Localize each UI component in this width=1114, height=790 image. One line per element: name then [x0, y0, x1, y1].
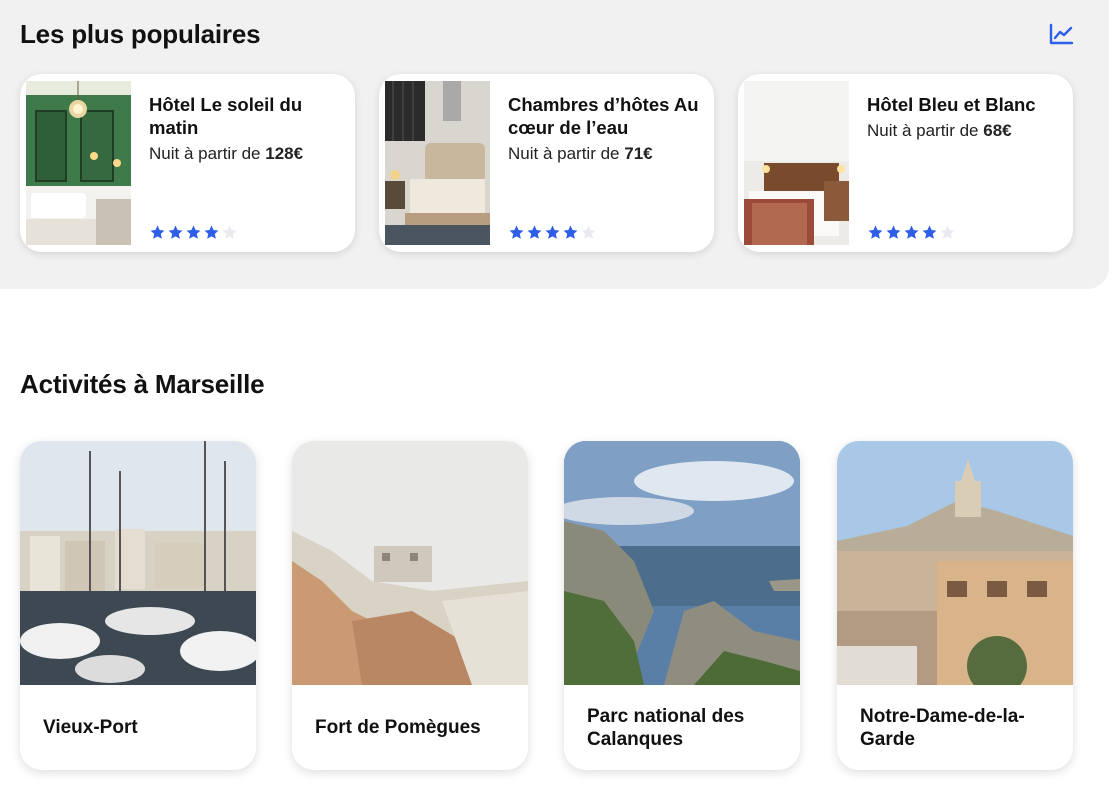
- activity-label: Parc national des Calanques: [587, 705, 745, 750]
- star-icon: [940, 225, 955, 239]
- activity-card[interactable]: Parc national des Calanques: [564, 441, 800, 770]
- star-icon: [186, 225, 201, 239]
- star-icon: [904, 225, 919, 239]
- price-prefix: Nuit à partir de: [867, 121, 984, 140]
- hotel-name: Hôtel Le soleil du matin: [149, 94, 303, 138]
- star-icon: [168, 225, 183, 239]
- activity-card[interactable]: Fort de Pomègues: [292, 441, 528, 770]
- hotel-name: Chambres d’hôtes Au cœur de l’eau: [508, 94, 699, 138]
- activity-photo: [20, 441, 256, 685]
- activity-photo: [292, 441, 528, 685]
- star-icon: [545, 225, 560, 239]
- star-icon: [222, 225, 237, 239]
- activity-photo: [837, 441, 1073, 685]
- price-value: 71€: [624, 144, 653, 163]
- activity-card[interactable]: Notre-Dame-de-la-Garde: [837, 441, 1073, 770]
- hotel-card[interactable]: Hôtel Bleu et Blanc Nuit à partir de 68€: [738, 74, 1073, 252]
- price-prefix: Nuit à partir de: [508, 144, 625, 163]
- star-icon: [886, 225, 901, 239]
- star-icon: [204, 225, 219, 239]
- star-icon: [509, 225, 524, 239]
- star-icon: [563, 225, 578, 239]
- popular-title: Les plus populaires: [20, 19, 261, 49]
- price-value: 128€: [265, 144, 304, 163]
- hotel-price: Nuit à partir de 71€: [508, 143, 706, 165]
- hotel-photo: [385, 81, 490, 245]
- activity-card[interactable]: Vieux-Port: [20, 441, 256, 770]
- activity-label: Vieux-Port: [43, 717, 138, 738]
- popular-section: Les plus populaires Hôtel Le soleil du m…: [0, 0, 1109, 289]
- star-icon: [868, 225, 883, 239]
- price-value: 68€: [983, 121, 1012, 140]
- price-prefix: Nuit à partir de: [149, 144, 266, 163]
- hotel-photo: [744, 81, 849, 245]
- activity-photo: [564, 441, 800, 685]
- hotel-rating: [867, 224, 956, 241]
- activity-label: Notre-Dame-de-la-Garde: [860, 705, 1025, 750]
- hotel-rating: [508, 224, 597, 241]
- hotel-card[interactable]: Hôtel Le soleil du matin Nuit à partir d…: [20, 74, 355, 252]
- hotel-name: Hôtel Bleu et Blanc: [867, 94, 1036, 115]
- hotel-price: Nuit à partir de 128€: [149, 143, 347, 165]
- activities-title: Activités à Marseille: [20, 369, 265, 399]
- hotel-price: Nuit à partir de 68€: [867, 120, 1065, 142]
- star-icon: [581, 225, 596, 239]
- star-icon: [527, 225, 542, 239]
- star-icon: [150, 225, 165, 239]
- hotel-card[interactable]: Chambres d’hôtes Au cœur de l’eau Nuit à…: [379, 74, 714, 252]
- trend-chart-button[interactable]: [1047, 21, 1075, 47]
- chart-line-icon: [1049, 23, 1073, 45]
- star-icon: [922, 225, 937, 239]
- activity-label: Fort de Pomègues: [315, 717, 481, 738]
- hotel-photo: [26, 81, 131, 245]
- hotel-rating: [149, 224, 238, 241]
